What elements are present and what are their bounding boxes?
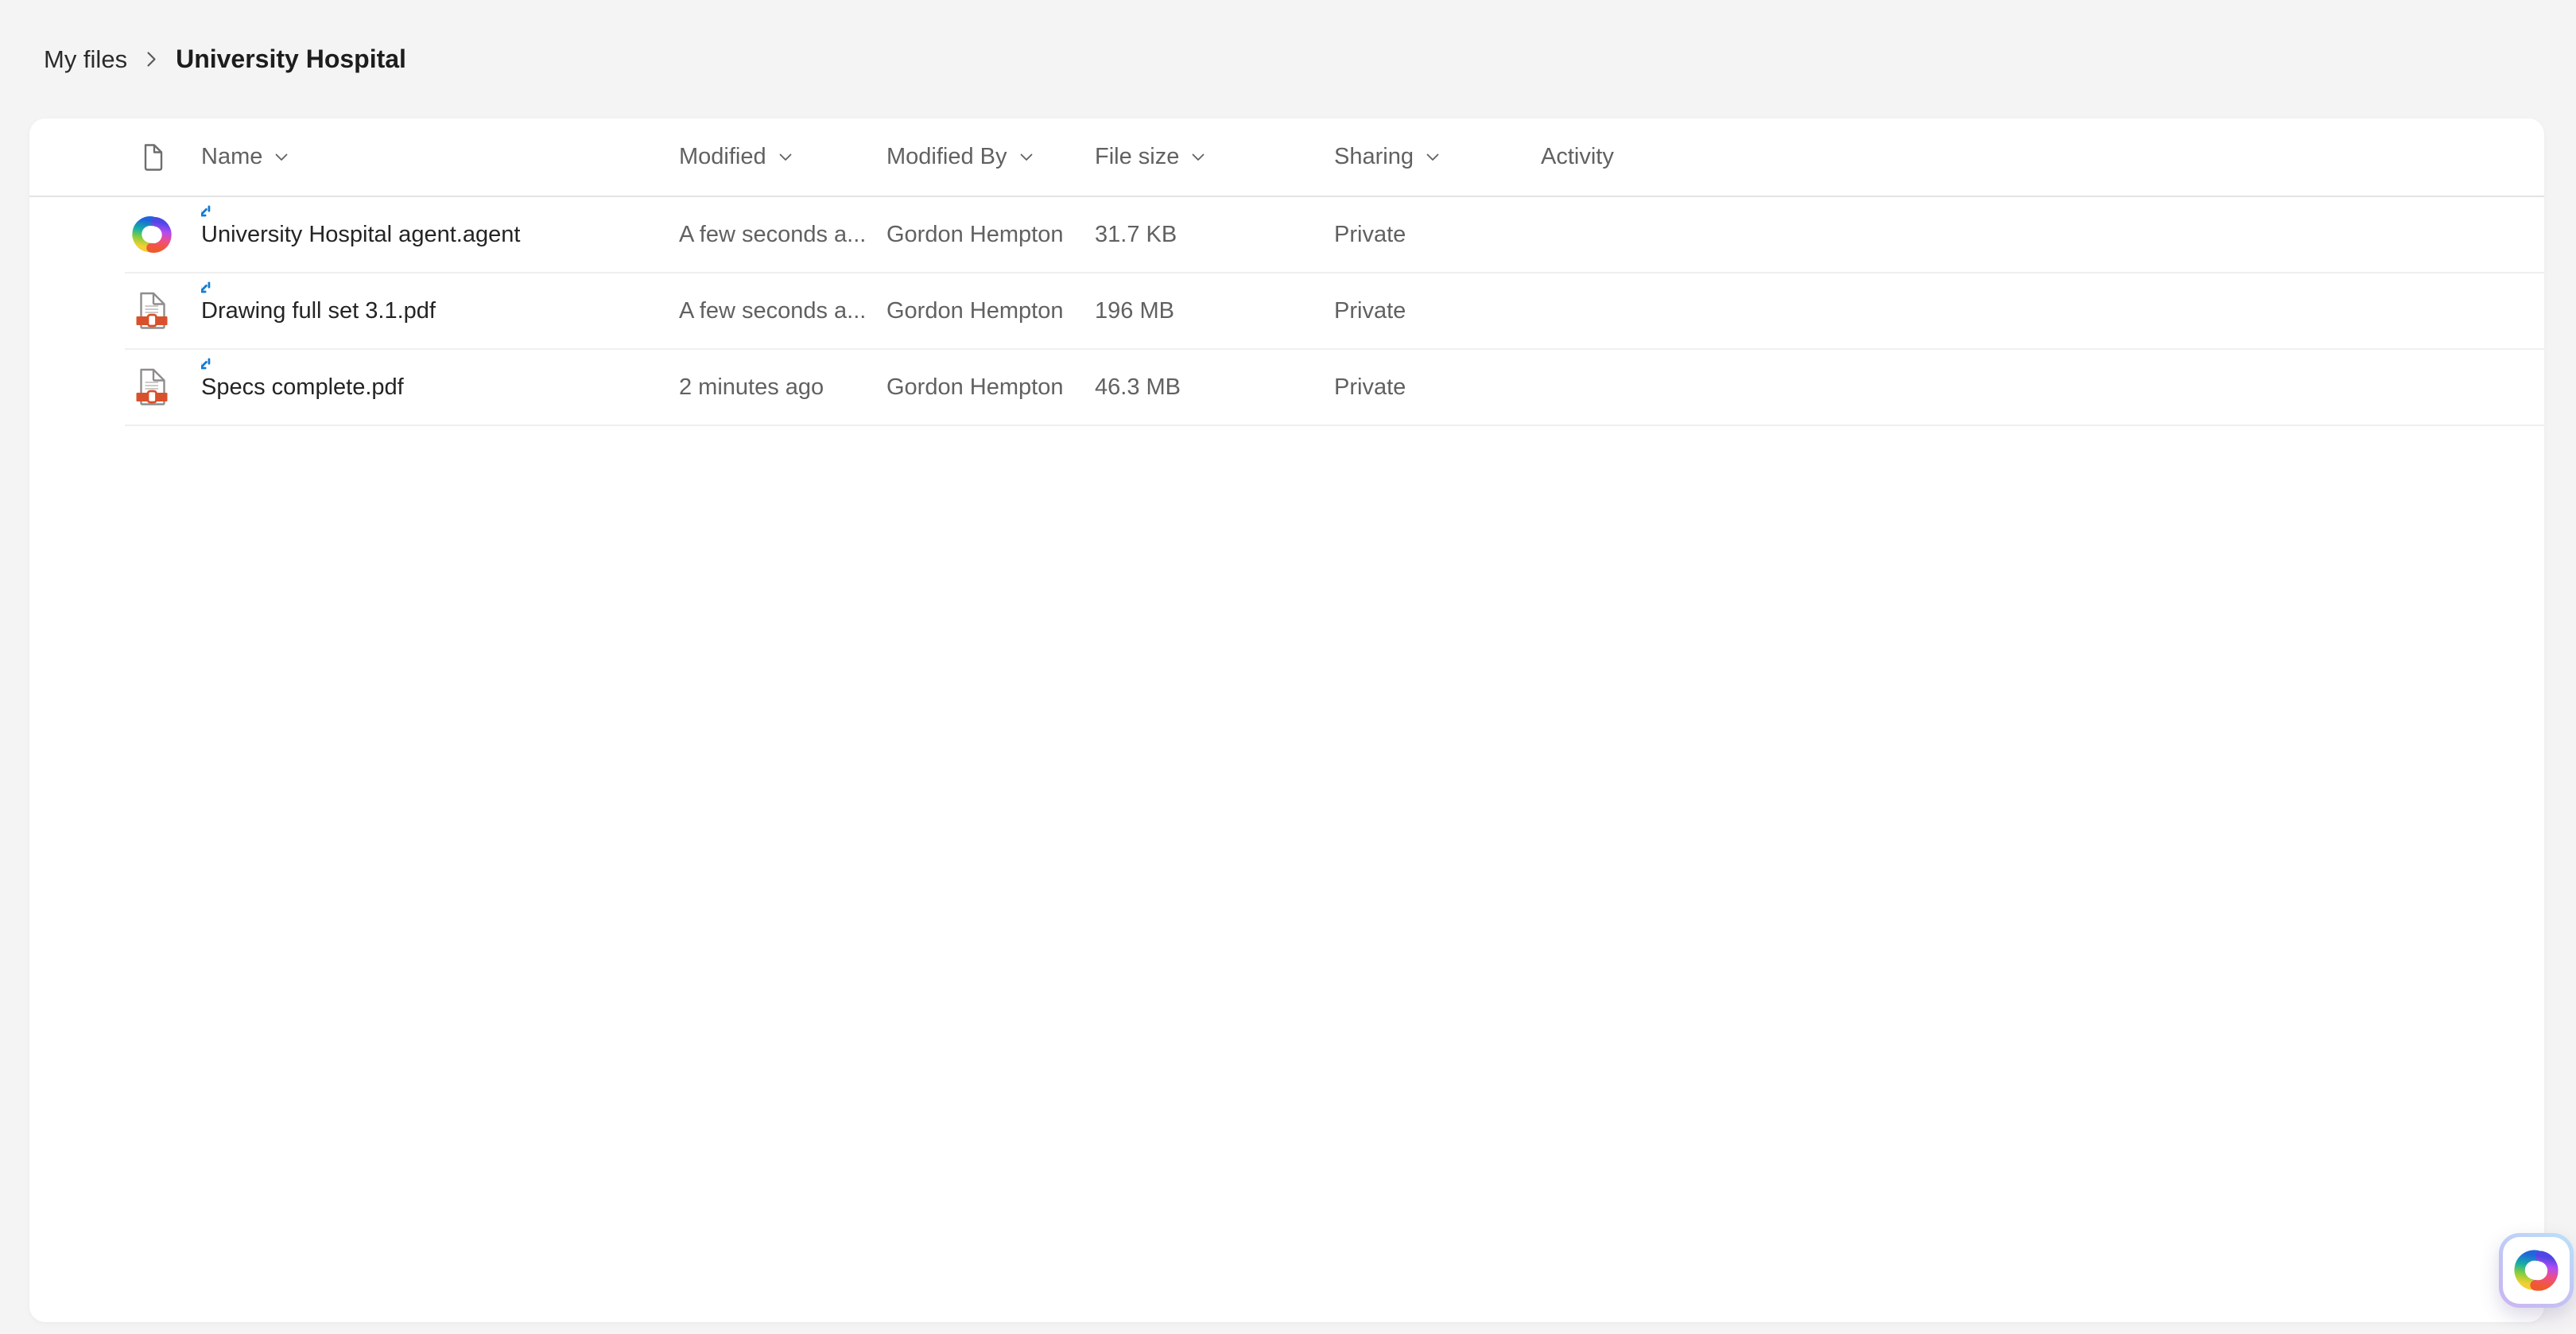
table-row[interactable]: Drawing full set 3.1.pdf A few seconds a… — [125, 273, 2544, 350]
modified-by-cell: Gordon Hempton — [886, 298, 1095, 324]
pdf-file-icon — [131, 366, 173, 408]
column-header-name[interactable]: Name — [201, 144, 679, 170]
chevron-down-icon — [275, 153, 288, 161]
modified-by-cell: Gordon Hempton — [886, 374, 1095, 401]
file-name-cell: University Hospital agent.agent — [201, 197, 679, 272]
file-name-link[interactable]: Specs complete.pdf — [201, 374, 404, 401]
breadcrumb-my-files[interactable]: My files — [44, 45, 127, 74]
column-header-modified-by[interactable]: Modified By — [886, 144, 1095, 170]
copilot-button[interactable] — [2499, 1233, 2574, 1308]
column-header-file-size[interactable]: File size — [1095, 144, 1334, 170]
file-size-cell: 46.3 MB — [1095, 374, 1334, 401]
table-row[interactable]: University Hospital agent.agent A few se… — [125, 197, 2544, 273]
breadcrumb: My files University Hospital — [44, 0, 406, 118]
sharing-cell: Private — [1334, 298, 1541, 324]
copilot-button-inner — [2503, 1237, 2570, 1304]
chevron-right-icon — [146, 51, 157, 68]
column-header-modified-by-label: Modified By — [886, 144, 1007, 170]
new-item-badge-icon — [201, 281, 213, 303]
modified-cell: 2 minutes ago — [679, 374, 886, 401]
chevron-down-icon — [1426, 153, 1439, 161]
column-header-activity[interactable]: Activity — [1541, 144, 2544, 170]
modified-cell: A few seconds a... — [679, 298, 886, 324]
document-type-icon — [141, 143, 165, 172]
file-size-cell: 196 MB — [1095, 298, 1334, 324]
file-list-card: Name Modified Modified By File size Shar… — [29, 118, 2544, 1322]
pdf-file-icon — [131, 290, 173, 332]
column-header-file-size-label: File size — [1095, 144, 1179, 170]
column-header-modified[interactable]: Modified — [679, 144, 886, 170]
column-header-sharing-label: Sharing — [1334, 144, 1414, 170]
chevron-down-icon — [1192, 153, 1205, 161]
column-header-name-label: Name — [201, 144, 262, 170]
sharing-cell: Private — [1334, 374, 1541, 401]
file-icon-cell — [125, 273, 201, 348]
new-item-badge-icon — [201, 204, 213, 227]
breadcrumb-current-folder: University Hospital — [176, 45, 406, 74]
chevron-down-icon — [1020, 153, 1033, 161]
table-header-row: Name Modified Modified By File size Shar… — [29, 118, 2544, 197]
new-item-badge-icon — [201, 357, 213, 379]
copilot-agent-icon — [131, 214, 173, 255]
sharing-cell: Private — [1334, 222, 1541, 248]
file-name-link[interactable]: Drawing full set 3.1.pdf — [201, 298, 436, 324]
file-icon-cell — [125, 197, 201, 272]
chevron-down-icon — [779, 153, 792, 161]
file-name-link[interactable]: University Hospital agent.agent — [201, 222, 520, 248]
file-name-cell: Specs complete.pdf — [201, 350, 679, 425]
file-name-cell: Drawing full set 3.1.pdf — [201, 273, 679, 348]
table-row[interactable]: Specs complete.pdf 2 minutes ago Gordon … — [125, 350, 2544, 426]
file-size-cell: 31.7 KB — [1095, 222, 1334, 248]
file-icon-cell — [125, 350, 201, 425]
column-header-activity-label: Activity — [1541, 144, 1614, 170]
column-header-modified-label: Modified — [679, 144, 766, 170]
copilot-icon — [2513, 1247, 2559, 1293]
column-header-sharing[interactable]: Sharing — [1334, 144, 1541, 170]
modified-by-cell: Gordon Hempton — [886, 222, 1095, 248]
modified-cell: A few seconds a... — [679, 222, 886, 248]
column-header-type[interactable] — [125, 143, 201, 172]
